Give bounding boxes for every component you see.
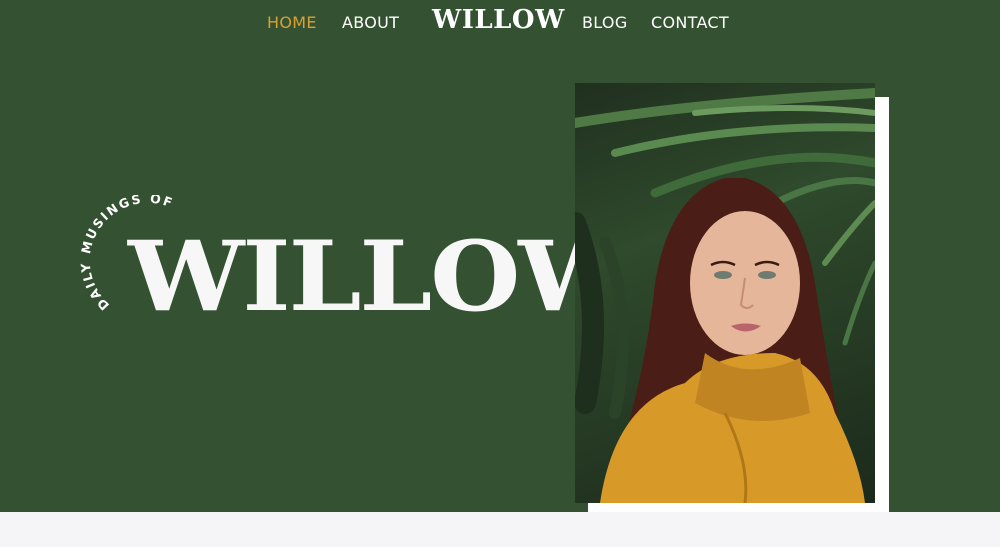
portrait-photo-icon bbox=[575, 88, 875, 503]
nav-blog-link[interactable]: BLOG bbox=[582, 13, 628, 33]
nav-home-link[interactable]: HOME bbox=[267, 13, 317, 33]
footer-strip bbox=[0, 512, 1000, 547]
nav-about-link[interactable]: ABOUT bbox=[342, 13, 399, 33]
hero-section: HOME ABOUT WILLOW BLOG CONTACT DAILY MUS… bbox=[0, 0, 1000, 517]
main-nav: HOME ABOUT WILLOW BLOG CONTACT bbox=[0, 0, 1000, 46]
nav-contact-link[interactable]: CONTACT bbox=[651, 13, 729, 33]
portrait-photo bbox=[575, 83, 875, 503]
brand-logo[interactable]: WILLOW bbox=[432, 4, 565, 36]
hero-title: WILLOW bbox=[128, 220, 635, 333]
